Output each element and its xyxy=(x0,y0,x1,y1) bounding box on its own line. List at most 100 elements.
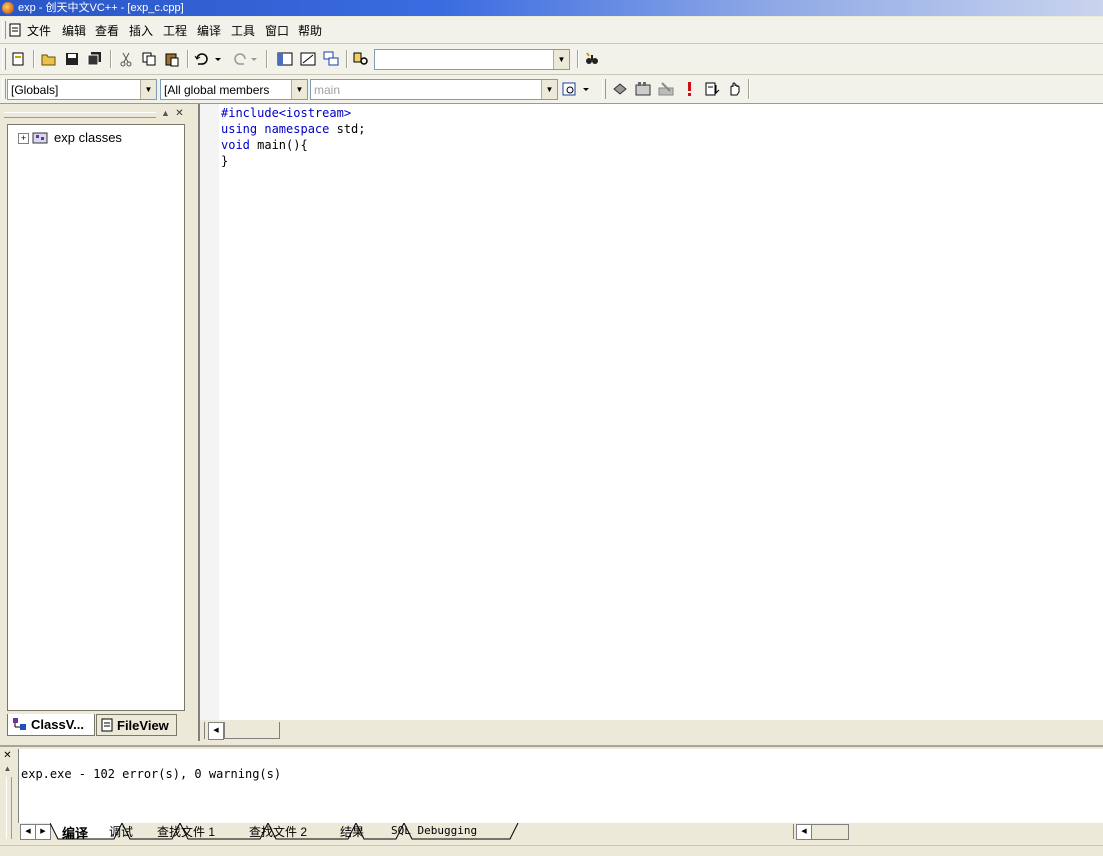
toolbar-separator xyxy=(33,50,35,68)
toolbar-separator xyxy=(187,50,189,68)
class-combo[interactable]: [Globals] ▼ xyxy=(7,79,157,100)
code-line: using namespace std; xyxy=(221,122,366,136)
chevron-down-icon[interactable]: ▼ xyxy=(291,80,307,99)
menu-bar: 文件 编辑 查看 插入 工程 编译 工具 窗口 帮助 xyxy=(0,17,1103,44)
find-in-files-icon[interactable] xyxy=(351,49,371,69)
wizard-bar: [Globals] ▼ [All global members ▼ main ▼ xyxy=(0,75,1103,104)
cut-icon[interactable] xyxy=(116,49,136,69)
code-line: } xyxy=(221,154,229,168)
tab-find-in-files-1[interactable]: 查找文件 1 xyxy=(157,823,215,840)
tab-debug[interactable]: 调试 xyxy=(109,823,133,840)
windows-icon[interactable] xyxy=(321,49,341,69)
code-editor[interactable]: #include<iostream> using namespace std; … xyxy=(198,104,1103,720)
classes-folder-icon xyxy=(32,131,48,144)
menu-project[interactable]: 工程 xyxy=(163,22,187,39)
tab-scroll-left-icon[interactable]: ◀ xyxy=(20,824,36,840)
standard-toolbar: ▼ xyxy=(0,44,1103,75)
editor-hscrollbar[interactable]: ◀ xyxy=(198,720,1103,741)
menu-file[interactable]: 文件 xyxy=(27,22,51,39)
breakpoint-icon[interactable] xyxy=(725,79,745,99)
chevron-down-icon[interactable]: ▼ xyxy=(553,50,569,69)
dock-icon[interactable]: ▲ xyxy=(2,763,13,774)
output-tabs-row: ◀ ▶ 编译 调试 查找文件 1 查找文件 2 结果 SQL Debugging… xyxy=(18,823,1103,841)
class-tree: + exp classes xyxy=(7,124,185,711)
toolbar-gripper[interactable] xyxy=(2,79,6,99)
code-line: void main(){ xyxy=(221,138,308,152)
pane-gripper[interactable] xyxy=(6,777,12,839)
new-file-icon[interactable] xyxy=(8,49,28,69)
classview-icon xyxy=(13,718,27,731)
paste-icon[interactable] xyxy=(162,49,182,69)
class-combo-value: [Globals] xyxy=(11,83,59,97)
app-icon[interactable] xyxy=(2,2,14,14)
redo-icon[interactable] xyxy=(229,49,259,69)
save-icon[interactable] xyxy=(62,49,82,69)
toolbar-separator xyxy=(748,79,750,99)
toolbar-gripper[interactable] xyxy=(2,48,6,70)
expand-icon[interactable]: + xyxy=(18,133,29,144)
menu-build[interactable]: 编译 xyxy=(197,22,221,39)
menu-tools[interactable]: 工具 xyxy=(231,22,255,39)
tree-root-label[interactable]: exp classes xyxy=(54,130,122,145)
compile-icon[interactable] xyxy=(610,79,630,99)
filter-combo-value: [All global members xyxy=(164,83,270,97)
toolbar-gripper[interactable] xyxy=(602,79,606,99)
close-icon[interactable]: ✕ xyxy=(2,750,13,761)
splitter[interactable] xyxy=(204,722,205,739)
document-icon[interactable] xyxy=(8,20,22,40)
scroll-thumb[interactable] xyxy=(811,824,849,840)
save-all-icon[interactable] xyxy=(85,49,105,69)
close-icon[interactable]: ✕ xyxy=(174,108,185,119)
toolbar-separator xyxy=(266,50,268,68)
wizard-action-icon[interactable] xyxy=(560,79,594,99)
tab-results[interactable]: 结果 xyxy=(340,823,364,840)
splitter[interactable] xyxy=(793,824,794,839)
tab-classview-label: ClassV... xyxy=(31,717,85,732)
tab-find-in-files-2[interactable]: 查找文件 2 xyxy=(249,823,307,840)
output-icon[interactable] xyxy=(298,49,318,69)
status-bar xyxy=(0,845,1103,856)
tab-fileview[interactable]: FileView xyxy=(96,714,177,736)
chevron-down-icon[interactable]: ▼ xyxy=(541,80,557,99)
scroll-thumb[interactable] xyxy=(224,722,280,739)
tab-build[interactable]: 编译 xyxy=(62,823,88,842)
menu-edit[interactable]: 编辑 xyxy=(62,22,86,39)
tab-scroll-right-icon[interactable]: ▶ xyxy=(35,824,51,840)
tab-sql-debugging[interactable]: SQL Debugging xyxy=(391,824,477,837)
go-icon[interactable] xyxy=(702,79,722,99)
tab-classview[interactable]: ClassV... xyxy=(7,714,95,736)
execute-icon[interactable] xyxy=(679,79,699,99)
copy-icon[interactable] xyxy=(139,49,159,69)
window-title: exp - 创天中文VC++ - [exp_c.cpp] xyxy=(18,2,184,14)
toolbar-separator xyxy=(110,50,112,68)
menu-insert[interactable]: 插入 xyxy=(129,22,153,39)
find-combo[interactable]: ▼ xyxy=(374,49,570,70)
menu-window[interactable]: 窗口 xyxy=(265,22,289,39)
toolbar-separator xyxy=(577,50,579,68)
menubar-gripper[interactable] xyxy=(2,21,6,39)
filter-combo[interactable]: [All global members ▼ xyxy=(160,79,308,100)
members-combo[interactable]: main ▼ xyxy=(310,79,558,100)
stop-build-icon[interactable] xyxy=(656,79,676,99)
editor-selection-margin[interactable] xyxy=(200,104,219,720)
output-text-area[interactable]: exp.exe - 102 error(s), 0 warning(s) xyxy=(18,749,1103,823)
chevron-down-icon[interactable]: ▼ xyxy=(140,80,156,99)
undo-icon[interactable] xyxy=(193,49,223,69)
scroll-left-icon[interactable]: ◀ xyxy=(208,722,224,740)
tab-fileview-label: FileView xyxy=(117,718,169,733)
title-bar: exp - 创天中文VC++ - [exp_c.cpp] xyxy=(0,0,1103,16)
build-icon[interactable] xyxy=(633,79,653,99)
find-icon[interactable] xyxy=(582,49,602,69)
build-result-message: exp.exe - 102 error(s), 0 warning(s) xyxy=(21,767,282,781)
open-folder-icon[interactable] xyxy=(39,49,59,69)
fileview-icon xyxy=(101,718,113,732)
workspace-icon[interactable] xyxy=(275,49,295,69)
pane-gripper[interactable] xyxy=(4,112,156,118)
dock-icon[interactable]: ▲ xyxy=(160,108,171,119)
code-line: #include<iostream> xyxy=(221,106,352,120)
menu-view[interactable]: 查看 xyxy=(95,22,119,39)
members-combo-value: main xyxy=(314,83,341,97)
toolbar-separator xyxy=(346,50,348,68)
scroll-left-icon[interactable]: ◀ xyxy=(796,824,812,840)
menu-help[interactable]: 帮助 xyxy=(298,22,322,39)
